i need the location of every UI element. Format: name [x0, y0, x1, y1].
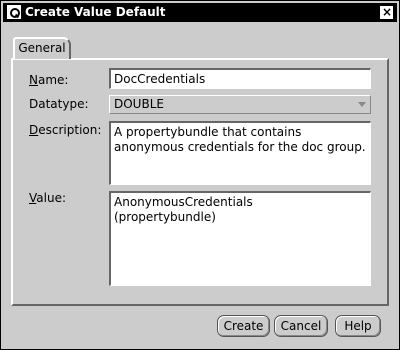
close-button[interactable]: × — [380, 5, 393, 19]
dialog-window: Create Value Default × General Name: Dat… — [0, 0, 400, 350]
name-label: Name: — [29, 73, 69, 87]
tab-general[interactable]: General — [13, 37, 71, 59]
app-icon — [7, 5, 21, 19]
name-field[interactable] — [109, 68, 371, 89]
close-icon: × — [381, 5, 393, 19]
help-button[interactable]: Help — [335, 315, 381, 337]
datatype-selected-value: DOUBLE — [114, 97, 164, 111]
cancel-button[interactable]: Cancel — [274, 315, 328, 337]
chevron-down-icon — [358, 102, 366, 107]
value-textarea[interactable]: AnonymousCredentials (propertybundle) — [109, 191, 371, 286]
datatype-select[interactable]: DOUBLE — [109, 95, 371, 114]
value-label: Value: — [29, 191, 66, 205]
description-textarea[interactable]: A propertybundle that contains anonymous… — [109, 121, 371, 185]
datatype-label: Datatype: — [29, 97, 89, 111]
description-label: Description: — [29, 123, 102, 137]
create-button[interactable]: Create — [217, 315, 270, 337]
title-bar[interactable]: Create Value Default × — [3, 3, 397, 22]
window-title: Create Value Default — [25, 5, 166, 19]
